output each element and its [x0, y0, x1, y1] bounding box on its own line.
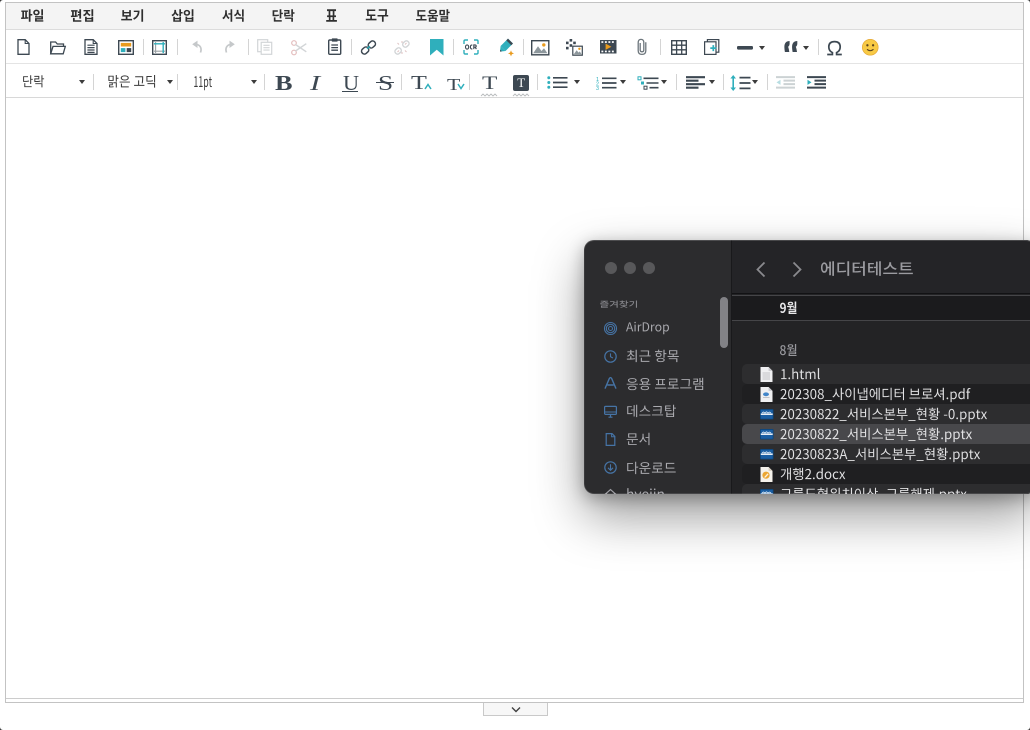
svg-text:3: 3	[596, 86, 599, 92]
